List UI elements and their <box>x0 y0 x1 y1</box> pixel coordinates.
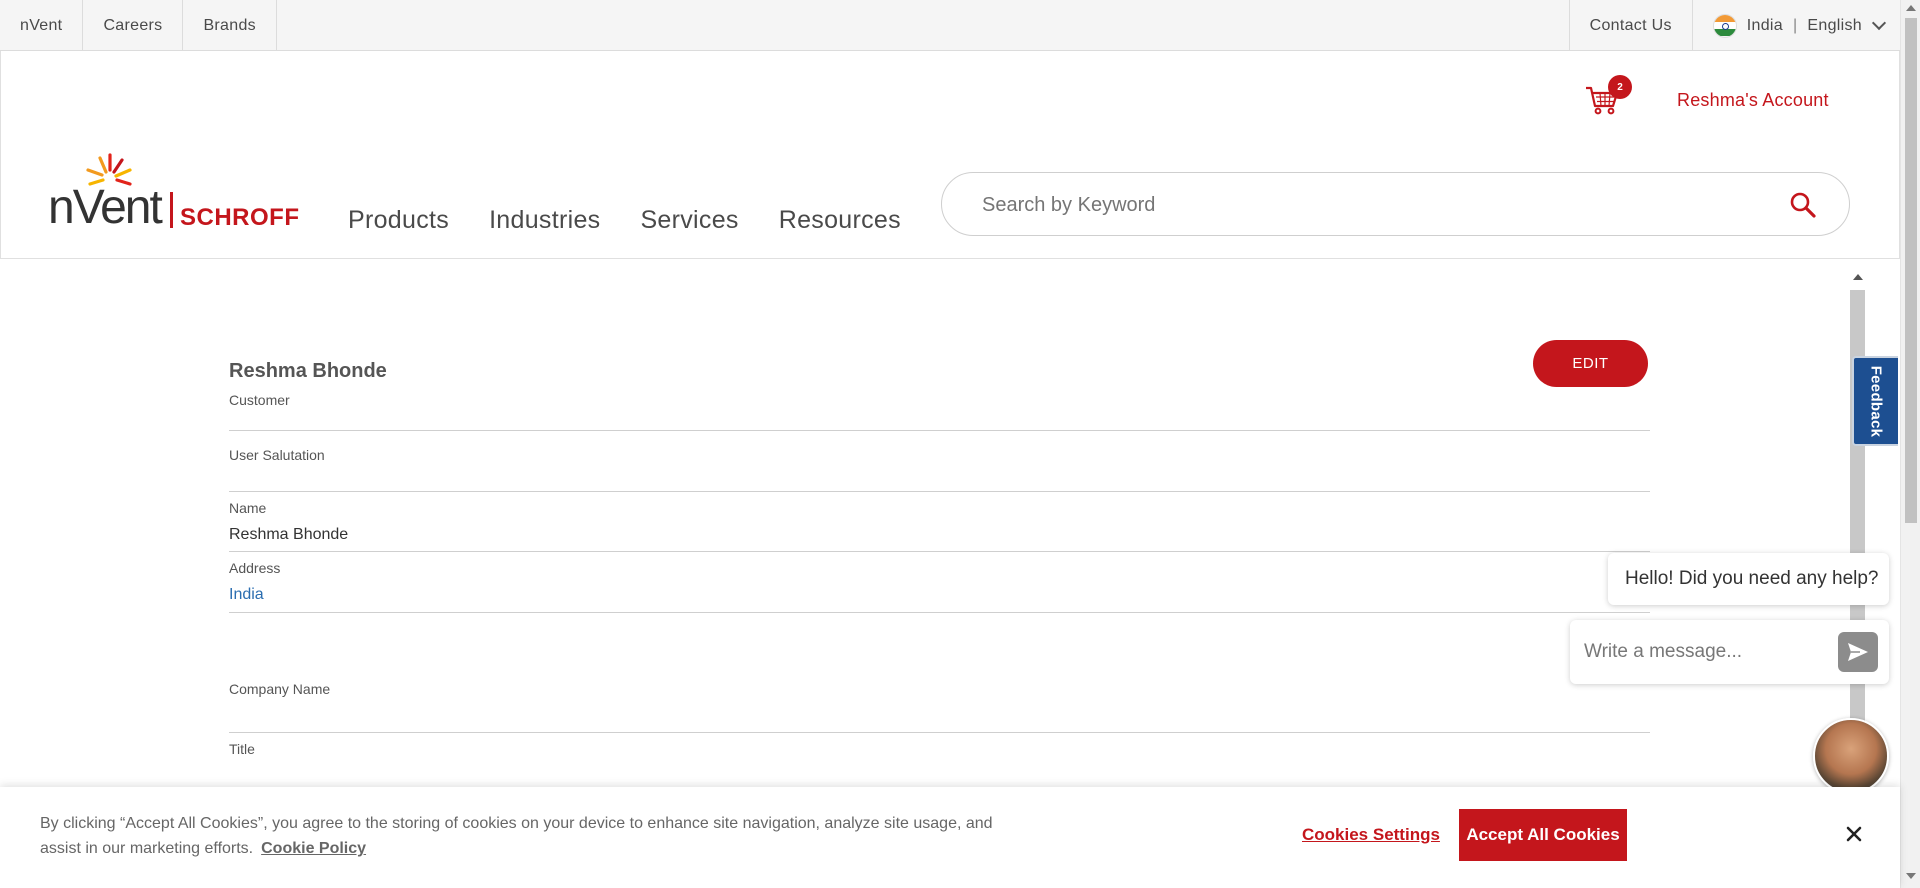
divider <box>229 430 1650 431</box>
close-icon[interactable] <box>1844 824 1864 844</box>
search-icon[interactable] <box>1789 191 1817 219</box>
send-icon <box>1848 643 1868 661</box>
field-label: Address <box>229 560 281 576</box>
nav-products[interactable]: Products <box>348 206 449 235</box>
logo-brand-name: SCHROFF <box>180 204 300 231</box>
chat-greeting-bubble: Hello! Did you need any help? <box>1608 553 1889 605</box>
account-link[interactable]: Reshma's Account <box>1677 90 1829 111</box>
field-label: User Salutation <box>229 447 325 463</box>
india-flag-icon <box>1712 13 1737 38</box>
cookie-banner: By clicking “Accept All Cookies”, you ag… <box>0 787 1900 888</box>
divider <box>229 551 1650 552</box>
nav-resources[interactable]: Resources <box>779 206 901 235</box>
field-label: Name <box>229 500 267 516</box>
address-link[interactable]: India <box>229 586 264 604</box>
divider <box>229 612 1650 613</box>
logo-wordmark: nVent <box>48 181 163 234</box>
cart-count-badge: 2 <box>1608 75 1632 99</box>
edit-button[interactable]: EDIT <box>1533 340 1648 387</box>
locale-selector[interactable]: India | English <box>1691 0 1900 51</box>
scroll-up-arrow-icon[interactable] <box>1906 5 1916 11</box>
field-value: Reshma Bhonde <box>229 526 349 543</box>
profile-name: Reshma Bhonde <box>229 360 387 382</box>
utility-link-nvent[interactable]: nVent <box>0 0 84 51</box>
cookie-policy-link[interactable]: Cookie Policy <box>261 840 366 857</box>
feedback-tab[interactable]: Feedback <box>1852 356 1898 446</box>
locale-country: India <box>1746 16 1783 34</box>
profile-role: Customer <box>229 392 290 408</box>
cookie-notice: By clicking “Accept All Cookies”, you ag… <box>40 811 1030 861</box>
chat-message-input[interactable] <box>1584 638 1824 666</box>
chat-agent-avatar[interactable] <box>1813 718 1889 794</box>
contact-us-link[interactable]: Contact Us <box>1568 0 1692 51</box>
nav-industries[interactable]: Industries <box>489 206 600 235</box>
field-label: Company Name <box>229 681 331 697</box>
divider <box>229 732 1650 733</box>
chevron-down-icon <box>1871 15 1887 31</box>
utility-link-careers[interactable]: Careers <box>83 0 184 51</box>
logo-divider <box>170 192 173 228</box>
chat-message-box <box>1570 620 1889 684</box>
page-scrollbar-thumb[interactable] <box>1905 18 1917 523</box>
cookies-settings-link[interactable]: Cookies Settings <box>1302 825 1440 845</box>
divider <box>229 491 1650 492</box>
nav-services[interactable]: Services <box>640 206 738 235</box>
scroll-up-arrow-icon[interactable] <box>1853 274 1863 280</box>
field-label: Title <box>229 741 255 757</box>
search-input[interactable] <box>982 191 1762 219</box>
locale-language: English <box>1807 16 1862 34</box>
feedback-label: Feedback <box>1867 365 1885 437</box>
chat-send-button[interactable] <box>1838 632 1878 672</box>
content-scrollbar[interactable] <box>1848 268 1868 790</box>
utility-right: Contact Us India | English <box>1568 0 1900 51</box>
main-nav: Products Industries Services Resources <box>348 206 901 235</box>
scroll-down-arrow-icon[interactable] <box>1906 873 1916 879</box>
nvent-schroff-logo[interactable]: nVent SCHROFF <box>48 152 300 234</box>
locale-separator: | <box>1792 16 1798 34</box>
cookie-notice-text: By clicking “Accept All Cookies”, you ag… <box>40 815 993 857</box>
utility-links: nVent Careers Brands <box>0 0 277 51</box>
accept-all-cookies-button[interactable]: Accept All Cookies <box>1459 809 1627 861</box>
utility-link-brands[interactable]: Brands <box>183 0 277 51</box>
page-scrollbar[interactable] <box>1900 0 1920 888</box>
search-box <box>941 172 1850 236</box>
utility-bar: nVent Careers Brands Contact Us India | … <box>0 0 1900 51</box>
